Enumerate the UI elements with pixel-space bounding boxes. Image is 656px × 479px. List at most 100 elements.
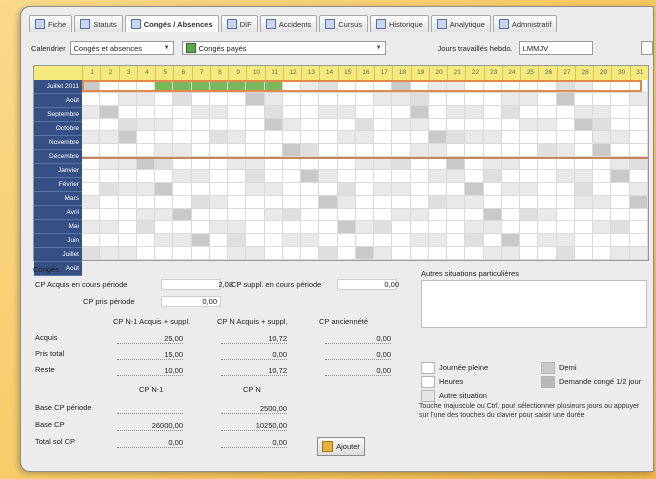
calendar-day-cell[interactable]: [374, 170, 393, 183]
calendar-day-cell[interactable]: [465, 247, 484, 260]
calendar-day-cell[interactable]: [155, 157, 174, 170]
calendar-day-cell[interactable]: [428, 221, 448, 235]
cp-value-field[interactable]: [325, 375, 391, 376]
calendar-day-cell[interactable]: [556, 92, 575, 106]
calendar-day-cell[interactable]: [264, 144, 283, 158]
calendar-day-cell[interactable]: [574, 131, 594, 145]
calendar-day-cell[interactable]: [155, 105, 174, 119]
calendar-day-cell[interactable]: [428, 157, 448, 170]
calendar-day-cell[interactable]: [191, 221, 210, 235]
calendar-day-cell[interactable]: [173, 182, 192, 196]
calendar-day-cell[interactable]: [501, 234, 521, 248]
calendar-day-cell[interactable]: [410, 234, 429, 248]
calendar-day-cell[interactable]: [301, 221, 320, 235]
calendar-day-cell[interactable]: [282, 92, 302, 106]
calendar-day-cell[interactable]: [593, 144, 612, 158]
calendar-day-cell[interactable]: [228, 157, 247, 170]
calendar-day-cell[interactable]: [246, 131, 265, 145]
calendar-day-cell[interactable]: [501, 144, 521, 158]
calendar-day-cell[interactable]: [173, 131, 192, 145]
calendar-day-cell[interactable]: [319, 208, 338, 222]
calendar-day-cell[interactable]: [282, 105, 302, 119]
tab-0[interactable]: Fiche: [29, 15, 73, 32]
calendar-day-cell[interactable]: [301, 234, 320, 248]
calendar-day-cell[interactable]: [264, 170, 283, 183]
calendar-day-cell[interactable]: [629, 157, 648, 170]
calendar-day-cell[interactable]: [374, 208, 393, 222]
calendar-day-cell[interactable]: [593, 170, 612, 183]
calendar-day-cell[interactable]: [282, 118, 302, 132]
calendar-day-cell[interactable]: [538, 131, 557, 145]
calendar-day-cell[interactable]: [228, 195, 247, 209]
working-days-field[interactable]: LMMJV: [518, 41, 593, 55]
calendar-day-cell[interactable]: [355, 208, 375, 222]
calendar-day-cell[interactable]: [282, 195, 302, 209]
calendar-day-cell[interactable]: [574, 221, 594, 235]
calendar-day-cell[interactable]: [264, 92, 283, 106]
calendar-day-cell[interactable]: [374, 195, 393, 209]
calendar-day-cell[interactable]: [246, 92, 265, 106]
calendar-day-cell[interactable]: [209, 247, 229, 260]
calendar-day-cell[interactable]: [556, 170, 575, 183]
calendar-day-cell[interactable]: [355, 92, 375, 106]
base-periode-n1-field[interactable]: [117, 413, 183, 414]
calendar-day-cell[interactable]: [465, 182, 484, 196]
base-periode-n-field[interactable]: [221, 413, 287, 414]
calendar-day-cell[interactable]: [282, 182, 302, 196]
calendar-day-cell[interactable]: [428, 105, 448, 119]
tab-6[interactable]: Historique: [370, 15, 429, 32]
calendar-day-cell[interactable]: [428, 92, 448, 106]
calendar-day-cell[interactable]: [209, 157, 229, 170]
calendar-day-cell[interactable]: [319, 182, 338, 196]
calendar-day-cell[interactable]: [209, 144, 229, 158]
calendar-day-cell[interactable]: [428, 170, 448, 183]
calendar-day-cell[interactable]: [136, 170, 156, 183]
calendar-day-cell[interactable]: [155, 144, 174, 158]
calendar-day-cell[interactable]: [501, 208, 521, 222]
calendar-day-cell[interactable]: [337, 195, 356, 209]
calendar-day-cell[interactable]: [374, 144, 393, 158]
calendar-day-cell[interactable]: [392, 157, 411, 170]
calendar-day-cell[interactable]: [228, 170, 247, 183]
calendar-day-cell[interactable]: [191, 105, 210, 119]
calendar-day-cell[interactable]: [136, 118, 156, 132]
calendar-day-cell[interactable]: [136, 182, 156, 196]
calendar-day-cell[interactable]: [136, 131, 156, 145]
calendar-day-cell[interactable]: [228, 92, 247, 106]
calendar-day-cell[interactable]: [465, 105, 484, 119]
calendar-day-cell[interactable]: [392, 234, 411, 248]
calendar-day-cell[interactable]: [538, 195, 557, 209]
calendar-day-cell[interactable]: [520, 131, 539, 145]
calendar-day-cell[interactable]: [301, 195, 320, 209]
calendar-day-cell[interactable]: [501, 195, 521, 209]
calendar-day-cell[interactable]: [574, 247, 594, 260]
calendar-day-cell[interactable]: [392, 118, 411, 132]
calendar-day-cell[interactable]: [173, 157, 192, 170]
calendar-day-cell[interactable]: [355, 144, 375, 158]
calendar-day-cell[interactable]: [155, 221, 174, 235]
base-cp-n-field[interactable]: [221, 430, 287, 431]
calendar-day-cell[interactable]: [100, 170, 119, 183]
calendar-day-cell[interactable]: [593, 105, 612, 119]
calendar-day-cell[interactable]: [82, 157, 101, 170]
calendar-day-cell[interactable]: [447, 208, 466, 222]
calendar-day-cell[interactable]: [520, 221, 539, 235]
calendar-day-cell[interactable]: [447, 234, 466, 248]
calendar-day-cell[interactable]: [374, 182, 393, 196]
calendar-day-cell[interactable]: [136, 195, 156, 209]
calendar-day-cell[interactable]: [538, 221, 557, 235]
calendar-day-cell[interactable]: [209, 221, 229, 235]
calendar-day-cell[interactable]: [118, 118, 137, 132]
tab-4[interactable]: Accidents: [259, 15, 318, 32]
calendar-day-cell[interactable]: [319, 247, 338, 260]
calendar-day-cell[interactable]: [100, 234, 119, 248]
calendar-day-cell[interactable]: [611, 92, 630, 106]
calendar-day-cell[interactable]: [209, 234, 229, 248]
calendar-day-cell[interactable]: [191, 118, 210, 132]
calendar-day-cell[interactable]: [118, 221, 137, 235]
cp-value-field[interactable]: [117, 359, 183, 360]
calendar-day-cell[interactable]: [246, 221, 265, 235]
calendar-day-cell[interactable]: [629, 170, 648, 183]
calendar-day-cell[interactable]: [100, 118, 119, 132]
calendar-day-cell[interactable]: [501, 118, 521, 132]
